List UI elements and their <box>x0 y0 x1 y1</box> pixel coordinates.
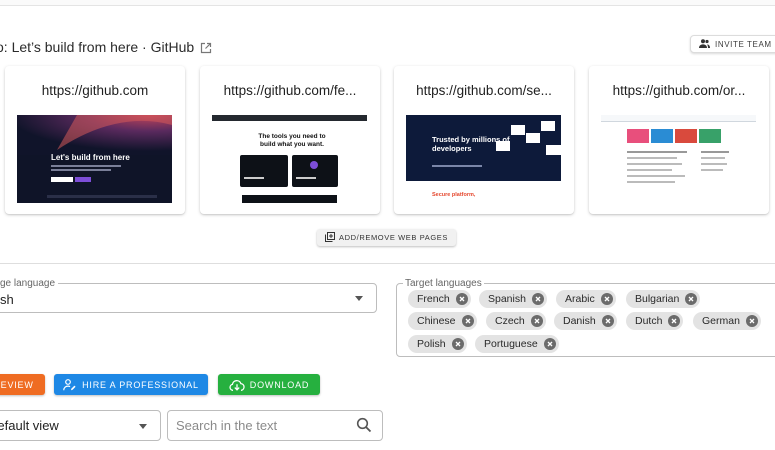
invite-team-label: INVITE TEAM M <box>715 39 775 49</box>
language-chip-label: Bulgarian <box>635 293 680 305</box>
remove-chip-icon[interactable] <box>600 293 613 305</box>
search-icon[interactable] <box>356 417 372 433</box>
language-chip-label: Danish <box>563 315 596 327</box>
remove-chip-icon[interactable] <box>530 315 543 327</box>
remove-chip-icon[interactable] <box>451 338 464 350</box>
thumb-heading: Let's build from here <box>51 153 130 162</box>
search-input[interactable] <box>176 416 346 435</box>
page-title: o: Let’s build from here · GitHub <box>0 39 195 55</box>
remove-chip-icon[interactable] <box>461 315 474 327</box>
remove-chip-icon[interactable] <box>543 338 556 350</box>
download-button[interactable]: DOWNLOAD <box>218 374 320 395</box>
chevron-down-icon[interactable] <box>355 296 363 301</box>
people-icon <box>699 35 710 53</box>
language-chip: Danish <box>554 312 617 330</box>
language-chip-label: Portuguese <box>484 338 538 350</box>
page-title-row: o: Let’s build from here · GitHub <box>0 36 212 58</box>
thumb-subheading: Secure platform, <box>432 192 476 198</box>
review-button[interactable]: REVIEW <box>0 374 45 395</box>
thumb-heading: Trusted by millions of developers <box>432 135 510 153</box>
download-label: DOWNLOAD <box>249 379 310 390</box>
web-page-url: https://github.com/fe... <box>223 83 357 98</box>
language-chip-label: Spanish <box>488 293 526 305</box>
language-chip: German <box>693 312 761 330</box>
web-page-card[interactable]: https://github.com/or... <box>589 66 769 214</box>
web-page-thumbnail <box>601 115 756 203</box>
language-chip-label: Polish <box>417 338 446 350</box>
language-chip: Arabic <box>556 290 616 308</box>
web-page-url: https://github.com/se... <box>416 83 552 98</box>
language-chip: Portuguese <box>475 335 559 353</box>
invite-team-button[interactable]: INVITE TEAM M <box>690 35 775 53</box>
section-divider <box>0 263 775 264</box>
source-language-label: ge language <box>0 278 59 289</box>
hire-professional-button[interactable]: HIRE A PROFESSIONAL <box>54 374 208 395</box>
remove-chip-icon[interactable] <box>531 293 544 305</box>
web-page-thumbnail: The tools you need to build what you wan… <box>212 115 367 203</box>
thumb-heading: The tools you need to build what you wan… <box>258 133 326 148</box>
language-chip-label: Arabic <box>565 293 595 305</box>
web-page-card[interactable]: https://github.com/se... Trusted by mill… <box>394 66 574 214</box>
source-language-value: sh <box>0 292 14 307</box>
chevron-down-icon[interactable] <box>139 424 147 429</box>
web-page-card[interactable]: https://github.com/fe... The tools you n… <box>200 66 380 214</box>
web-page-thumbnail: Trusted by millions of developers Secure… <box>406 115 561 203</box>
library-add-icon <box>325 229 336 247</box>
language-chip-label: German <box>702 315 740 327</box>
cloud-download-icon <box>229 379 245 391</box>
language-chip: Czech <box>486 312 546 330</box>
web-page-url: https://github.com <box>41 83 149 98</box>
hire-professional-label: HIRE A PROFESSIONAL <box>82 379 199 390</box>
remove-chip-icon[interactable] <box>668 315 681 327</box>
add-remove-pages-label: ADD/REMOVE WEB PAGES <box>339 233 448 242</box>
web-page-thumbnail: Let's build from here <box>17 115 172 203</box>
remove-chip-icon[interactable] <box>601 315 614 327</box>
add-remove-pages-button[interactable]: ADD/REMOVE WEB PAGES <box>317 229 456 246</box>
remove-chip-icon[interactable] <box>455 293 468 305</box>
web-page-url: https://github.com/or... <box>612 83 746 98</box>
remove-chip-icon[interactable] <box>685 293 698 305</box>
external-link-icon[interactable] <box>200 41 212 54</box>
language-chip: Bulgarian <box>626 290 701 308</box>
remove-chip-icon[interactable] <box>745 315 758 327</box>
review-label: REVIEW <box>0 379 34 390</box>
language-chip: Spanish <box>479 290 547 308</box>
user-edit-icon <box>63 378 76 391</box>
language-chip-label: Dutch <box>635 315 663 327</box>
view-mode-value: Default view <box>0 418 59 433</box>
language-chip: Polish <box>408 335 467 353</box>
target-languages-label: Target languages <box>403 278 484 289</box>
language-chip-label: Czech <box>495 315 525 327</box>
language-chip: Dutch <box>626 312 684 330</box>
language-chip: French <box>408 290 471 308</box>
language-chip-label: French <box>417 293 450 305</box>
language-chip: Chinese <box>408 312 477 330</box>
language-chip-label: Chinese <box>417 315 456 327</box>
web-page-card[interactable]: https://github.com Let's build from here <box>5 66 185 214</box>
top-bar <box>0 0 775 6</box>
